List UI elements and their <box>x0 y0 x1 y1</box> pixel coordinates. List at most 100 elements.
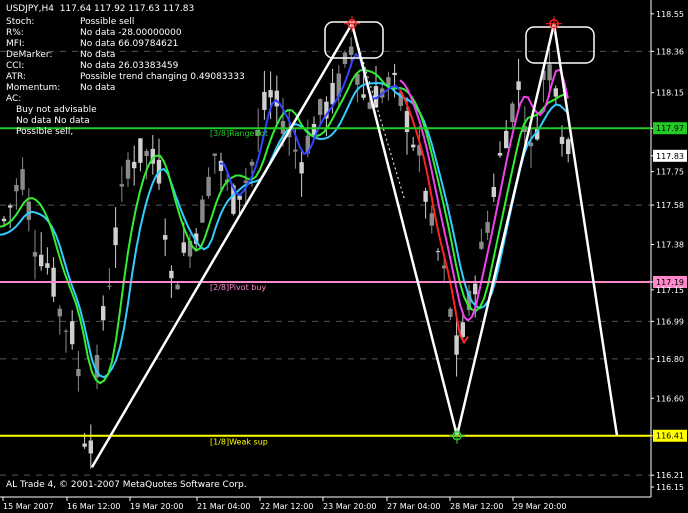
candle-body <box>460 322 465 337</box>
candle-body <box>119 184 124 187</box>
candle-body <box>411 144 416 148</box>
candle-body <box>8 205 13 208</box>
candle-body <box>212 153 217 156</box>
indicator-row: CCI: No data 26.03383459 <box>6 61 178 72</box>
candle-body <box>454 335 459 355</box>
price-tick-label: 118.55 <box>656 10 684 19</box>
candle-body <box>88 440 93 454</box>
price-tick-label: 117.83 <box>656 152 684 161</box>
candle-body <box>435 251 441 253</box>
price-tick-label: 116.15 <box>656 483 684 492</box>
indicator-row: Momentum: No data <box>6 83 115 94</box>
time-tick-label: 22 Mar 12:00 <box>260 502 313 511</box>
candle-body <box>144 150 149 157</box>
candle-body <box>299 162 304 174</box>
indicator-name: Momentum: <box>6 83 61 93</box>
price-tick-label: 117.38 <box>656 241 684 250</box>
candle-body <box>14 184 19 192</box>
candle-body <box>1 218 7 222</box>
symbol-header: USDJPY,H4 117.64 117.92 117.63 117.83 <box>6 4 195 14</box>
candle-body <box>491 187 496 197</box>
candle-body <box>566 139 571 155</box>
price-tick-label: 116.80 <box>656 355 684 364</box>
candle-body <box>63 330 69 332</box>
indicator-value: Possible trend changing 0.49083333 <box>80 72 245 82</box>
indicator-name: Stoch: <box>6 17 35 27</box>
candle-body <box>485 222 490 233</box>
signal-line-blue <box>219 52 401 196</box>
candle-body <box>32 252 38 257</box>
indicator-value: No data <box>80 83 116 93</box>
candle-body <box>274 90 279 107</box>
indicator-row: MFI: No data 66.09784621 <box>6 39 178 50</box>
indicator-value: No data 26.03383459 <box>80 61 179 71</box>
candle-body <box>132 161 137 169</box>
time-tick-label: 21 Mar 04:00 <box>197 502 250 511</box>
candle-body <box>163 235 168 240</box>
price-tick-label: 118.15 <box>656 89 684 98</box>
indicator-name: CCI: <box>6 61 25 71</box>
candle-body <box>510 103 515 123</box>
indicator-value: No data <box>80 50 116 60</box>
candle-body <box>448 308 453 317</box>
time-tick-label: 27 Mar 04:00 <box>387 502 440 511</box>
candle-body <box>553 88 558 97</box>
candle-body <box>113 227 118 246</box>
indicator-value: No data 66.09784621 <box>80 39 179 49</box>
candle-body <box>45 263 50 268</box>
candle-body <box>70 321 75 345</box>
range-bot-line-label: [3/8]RangeBot <box>210 129 268 138</box>
candle-body <box>206 176 211 196</box>
price-tick-label: 118.36 <box>656 47 684 56</box>
candle-body <box>349 46 354 55</box>
candle-body <box>138 138 143 163</box>
advice-line: Possible sell, <box>16 127 74 137</box>
candle-body <box>479 241 484 249</box>
candle-body <box>218 160 224 171</box>
indicator-name: AC: <box>6 94 22 104</box>
candle-body <box>200 199 205 223</box>
candle-body <box>392 72 397 76</box>
time-tick-label: 16 Mar 12:00 <box>67 502 120 511</box>
candle-body <box>125 159 131 179</box>
time-tick-label: 23 Mar 20:00 <box>323 502 376 511</box>
indicator-row: AC: <box>6 94 21 105</box>
candle-body <box>473 283 478 295</box>
candle-body <box>361 94 366 98</box>
candle-body <box>26 201 31 220</box>
indicator-name: DeMarker: <box>6 50 53 60</box>
candle-body <box>20 169 25 190</box>
candle-body <box>101 306 106 321</box>
time-tick-label: 15 Mar 2007 <box>3 502 54 511</box>
candle-body <box>249 161 255 166</box>
candle-body <box>423 190 428 202</box>
indicator-row: R%: No data -28.00000000 <box>6 28 182 39</box>
candle-body <box>39 254 44 267</box>
indicator-name: R%: <box>6 28 24 38</box>
indicator-name: ATR: <box>6 72 26 82</box>
candle-body <box>293 149 298 152</box>
advice-line: No data No data <box>16 116 90 126</box>
candle-body <box>169 270 174 279</box>
candle-body <box>497 152 503 156</box>
time-tick-label: 29 Mar 20:00 <box>513 502 566 511</box>
candle-body <box>547 64 552 81</box>
price-tick-label: 116.99 <box>656 317 684 326</box>
indicator-row: DeMarker: No data <box>6 50 115 61</box>
candle-body <box>76 369 81 377</box>
indicator-row: ATR: Possible trend changing 0.49083333 <box>6 72 245 83</box>
chart-window[interactable]: [3/8]RangeBot [2/8]Pivot buy [1/8]Weak sup… <box>0 0 688 513</box>
candle-body <box>237 195 242 200</box>
candle-body <box>175 284 180 290</box>
indicator-value: Possible sell <box>80 17 135 27</box>
candle-body <box>268 90 273 98</box>
candle-body <box>318 99 323 115</box>
candle-body <box>107 285 112 287</box>
time-tick-label: 19 Mar 20:00 <box>130 502 183 511</box>
price-tick-label: 117.58 <box>656 201 684 210</box>
advice-line: Buy not advisable <box>16 105 97 115</box>
indicator-name: MFI: <box>6 39 25 49</box>
price-tick-label: 116.41 <box>656 432 684 441</box>
candle-body <box>330 82 335 105</box>
candle-body <box>559 136 565 144</box>
